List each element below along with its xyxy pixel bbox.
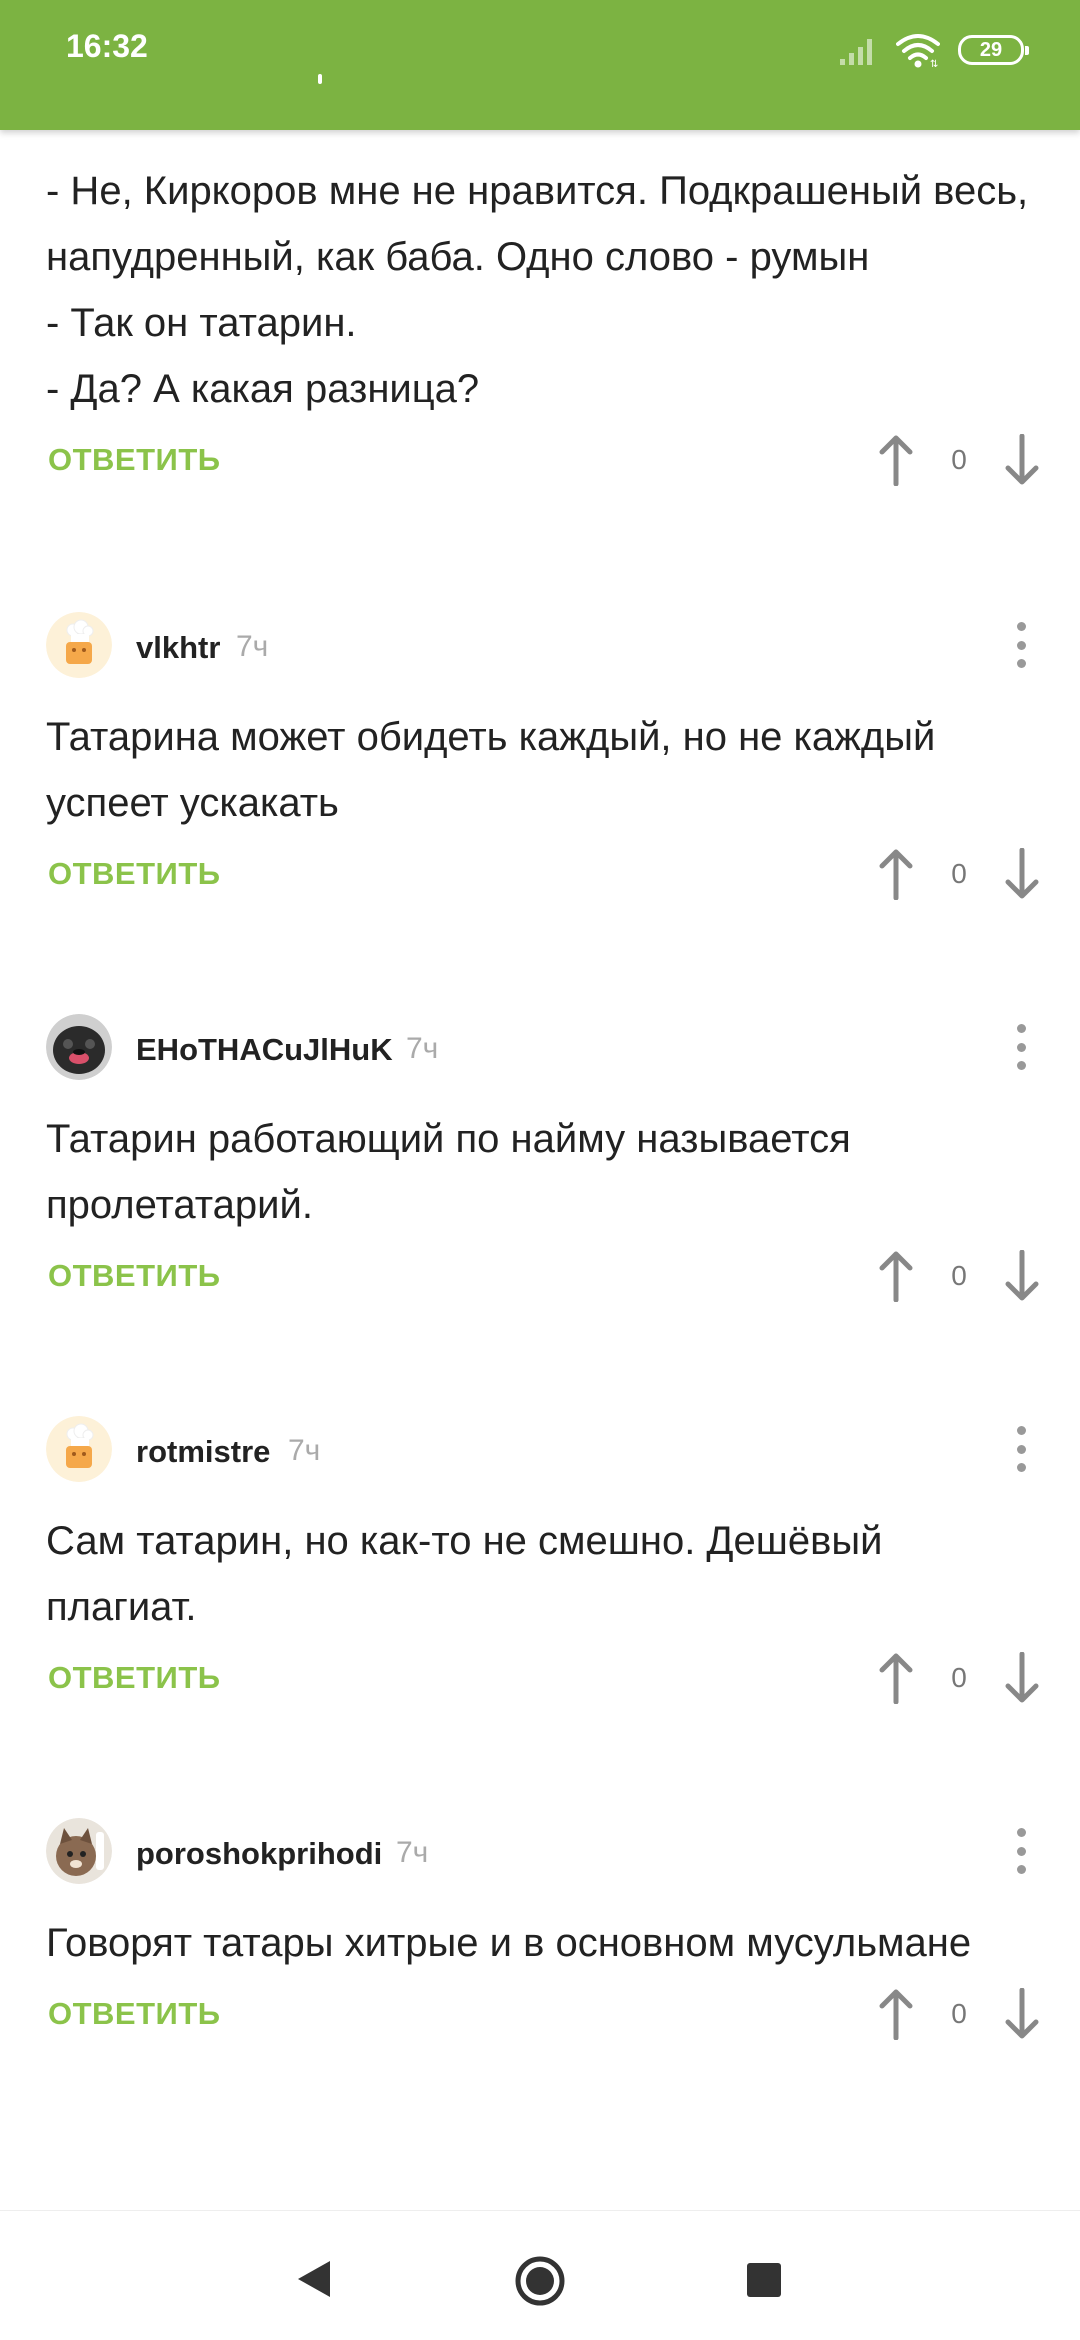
comment: - Не, Киркоров мне не нравится. Подкраше…	[0, 130, 1080, 512]
default-avatar-icon	[46, 612, 112, 678]
comment-time: 7ч	[396, 1836, 429, 1869]
vote-count: 0	[951, 1662, 967, 1693]
avatar[interactable]	[46, 1818, 112, 1884]
upvote-icon[interactable]	[876, 1250, 916, 1302]
comment-time: 7ч	[236, 630, 269, 663]
battery-icon: 29	[958, 35, 1029, 65]
reply-button[interactable]: ОТВЕТИТЬ	[48, 856, 221, 892]
comment: vlkhtr 7ч Татарина может обидеть каждый,…	[0, 562, 1080, 926]
comment: rotmistre 7ч Сам татарин, но как-то не с…	[0, 1366, 1080, 1730]
status-icons: ⇅ 29	[838, 30, 1029, 70]
reply-button[interactable]: ОТВЕТИТЬ	[48, 1258, 221, 1294]
comment-header: vlkhtr 7ч	[0, 562, 1080, 702]
username[interactable]: rotmistre	[136, 1434, 270, 1470]
svg-text:⇅: ⇅	[930, 59, 938, 68]
reply-button[interactable]: ОТВЕТИТЬ	[48, 1660, 221, 1696]
status-time: 16:32	[66, 28, 148, 64]
more-options-icon[interactable]	[1006, 1828, 1036, 1874]
avatar[interactable]	[46, 612, 112, 678]
upvote-icon[interactable]	[876, 434, 916, 486]
downvote-icon[interactable]	[1002, 434, 1042, 486]
status-dot	[318, 74, 322, 84]
default-avatar-icon	[46, 1416, 112, 1482]
comment-text: Говорят татары хитрые и в основном мусул…	[46, 1921, 972, 1965]
vote-count: 0	[951, 858, 967, 889]
comment-header: poroshokprihodi 7ч	[0, 1768, 1080, 1908]
vote-count: 0	[951, 1998, 967, 2029]
comment-line: - Так он татарин.	[46, 301, 357, 345]
comment-actions: ОТВЕТИТЬ 0	[0, 1640, 1080, 1730]
recent-apps-icon[interactable]	[747, 2263, 781, 2297]
back-icon[interactable]	[296, 2259, 332, 2299]
reply-button[interactable]: ОТВЕТИТЬ	[48, 1996, 221, 2032]
reply-button[interactable]: ОТВЕТИТЬ	[48, 442, 221, 478]
upvote-icon[interactable]	[876, 848, 916, 900]
more-options-icon[interactable]	[1006, 1426, 1036, 1472]
status-bar: 16:32 ⇅ 29	[0, 0, 1080, 130]
comment-actions: ОТВЕТИТЬ 0	[0, 422, 1080, 512]
comment-actions: ОТВЕТИТЬ 0	[0, 836, 1080, 926]
comment: EHoTHACuJlHuK 7ч Татарин работающий по н…	[0, 964, 1080, 1328]
comment-text: Татарина может обидеть каждый, но не каж…	[46, 715, 936, 825]
vote-count: 0	[951, 444, 967, 475]
more-options-icon[interactable]	[1006, 1024, 1036, 1070]
wifi-icon: ⇅	[896, 34, 940, 68]
vote-count: 0	[951, 1260, 967, 1291]
more-options-icon[interactable]	[1006, 622, 1036, 668]
comment-line: - Не, Киркоров мне не нравится. Подкраше…	[46, 169, 1029, 279]
signal-icon	[840, 39, 872, 65]
cat-avatar-icon	[46, 1818, 112, 1884]
home-icon[interactable]	[514, 2255, 566, 2307]
upvote-icon[interactable]	[876, 1988, 916, 2040]
comment-actions: ОТВЕТИТЬ 0	[0, 1976, 1080, 2066]
comment-line: - Да? А какая разница?	[46, 367, 480, 411]
username[interactable]: vlkhtr	[136, 630, 220, 666]
comment: poroshokprihodi 7ч Говорят татары хитрые…	[0, 1768, 1080, 2066]
downvote-icon[interactable]	[1002, 1250, 1042, 1302]
comment-header: rotmistre 7ч	[0, 1366, 1080, 1506]
upvote-icon[interactable]	[876, 1652, 916, 1704]
comment-text: Татарин работающий по найму называется п…	[46, 1117, 851, 1227]
comment-text: - Не, Киркоров мне не нравится. Подкраше…	[0, 130, 1080, 422]
avatar[interactable]	[46, 1014, 112, 1080]
comments-list: - Не, Киркоров мне не нравится. Подкраше…	[0, 130, 1080, 2066]
avatar[interactable]	[46, 1416, 112, 1482]
downvote-icon[interactable]	[1002, 1988, 1042, 2040]
dog-avatar-icon	[46, 1014, 112, 1080]
comment-header: EHoTHACuJlHuK 7ч	[0, 964, 1080, 1104]
downvote-icon[interactable]	[1002, 1652, 1042, 1704]
comment-time: 7ч	[406, 1032, 439, 1065]
battery-level: 29	[979, 38, 1003, 61]
comment-actions: ОТВЕТИТЬ 0	[0, 1238, 1080, 1328]
username[interactable]: EHoTHACuJlHuK	[136, 1032, 393, 1068]
navigation-bar	[0, 2210, 1080, 2340]
downvote-icon[interactable]	[1002, 848, 1042, 900]
comment-text: Сам татарин, но как-то не смешно. Дешёвы…	[46, 1519, 883, 1629]
username[interactable]: poroshokprihodi	[136, 1836, 382, 1872]
comment-time: 7ч	[288, 1434, 321, 1467]
